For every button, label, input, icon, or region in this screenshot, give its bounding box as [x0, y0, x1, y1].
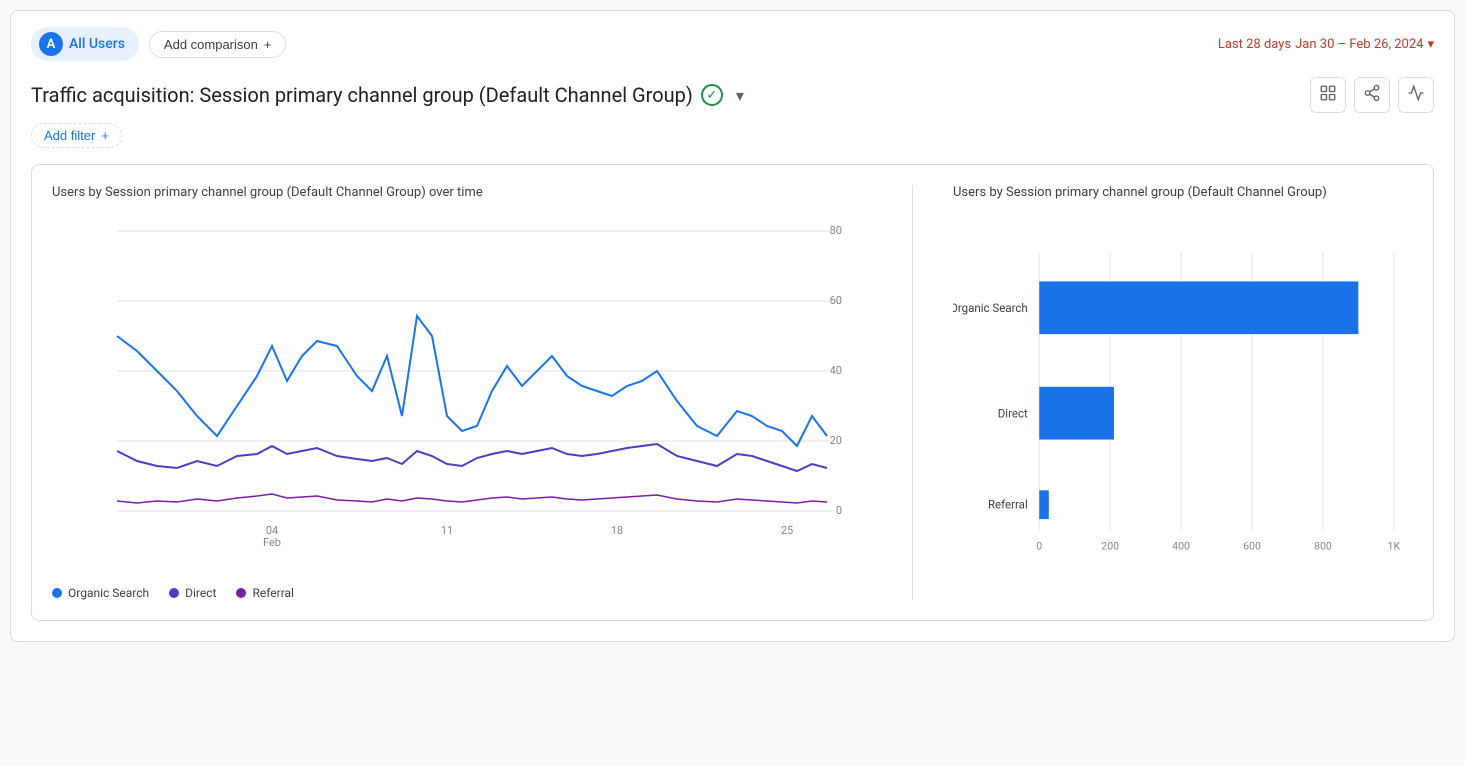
- svg-text:400: 400: [1172, 540, 1190, 553]
- referral-line: [117, 494, 827, 503]
- share-button[interactable]: [1354, 77, 1390, 113]
- bar-chart-wrapper: Organic Search Direct Referral 0 200 400…: [953, 216, 1413, 596]
- add-filter-plus-icon: +: [101, 128, 109, 143]
- svg-text:600: 600: [1243, 540, 1261, 553]
- page-title: Traffic acquisition: Session primary cha…: [31, 83, 693, 107]
- charts-container: Users by Session primary channel group (…: [31, 164, 1434, 621]
- avatar: A: [39, 32, 63, 56]
- line-chart-wrapper: 80 60 40 20 0: [52, 216, 872, 576]
- legend-dot-direct: [169, 588, 179, 598]
- legend-referral: Referral: [236, 586, 294, 600]
- date-range-value: Jan 30 – Feb 26, 2024: [1295, 37, 1423, 52]
- title-dropdown-arrow[interactable]: ▾: [731, 86, 749, 104]
- direct-label: Direct: [998, 407, 1028, 421]
- organic-search-line: [117, 316, 827, 446]
- line-chart-title: Users by Session primary channel group (…: [52, 185, 872, 200]
- date-dropdown-arrow: ▾: [1427, 37, 1434, 52]
- date-range-label: Last 28 days: [1218, 37, 1291, 52]
- svg-text:Feb: Feb: [263, 536, 281, 549]
- svg-text:0: 0: [836, 504, 842, 517]
- title-actions: [1310, 77, 1434, 113]
- all-users-badge[interactable]: A All Users: [31, 27, 139, 61]
- organic-search-label: Organic Search: [953, 301, 1028, 315]
- main-container: A All Users Add comparison + Last 28 day…: [10, 10, 1455, 642]
- legend-organic-search: Organic Search: [52, 586, 149, 600]
- chart-customize-button[interactable]: [1310, 77, 1346, 113]
- chart-icon: [1319, 84, 1337, 107]
- add-filter-button[interactable]: Add filter +: [31, 123, 122, 148]
- svg-text:25: 25: [781, 524, 793, 537]
- legend-label-referral: Referral: [252, 586, 294, 600]
- plus-icon: +: [264, 37, 272, 52]
- top-bar: A All Users Add comparison + Last 28 day…: [31, 27, 1434, 61]
- explore-icon: [1407, 84, 1425, 107]
- bar-chart-section: Users by Session primary channel group (…: [913, 185, 1413, 600]
- svg-text:18: 18: [611, 524, 623, 537]
- date-range[interactable]: Last 28 days Jan 30 – Feb 26, 2024 ▾: [1218, 37, 1434, 52]
- organic-search-bar: [1039, 281, 1358, 334]
- direct-line: [117, 444, 827, 471]
- all-users-label: All Users: [69, 36, 125, 52]
- svg-text:800: 800: [1314, 540, 1332, 553]
- legend-direct: Direct: [169, 586, 216, 600]
- title-row: Traffic acquisition: Session primary cha…: [31, 77, 1434, 113]
- bar-chart-title: Users by Session primary channel group (…: [953, 185, 1413, 200]
- bar-chart-svg: Organic Search Direct Referral 0 200 400…: [953, 216, 1413, 596]
- share-icon: [1363, 84, 1381, 107]
- svg-text:0: 0: [1036, 540, 1042, 553]
- top-bar-left: A All Users Add comparison +: [31, 27, 286, 61]
- line-chart-section: Users by Session primary channel group (…: [52, 185, 913, 600]
- add-filter-label: Add filter: [44, 128, 95, 143]
- direct-bar: [1039, 387, 1114, 440]
- legend-dot-organic: [52, 588, 62, 598]
- explore-button[interactable]: [1398, 77, 1434, 113]
- add-comparison-button[interactable]: Add comparison +: [149, 31, 287, 58]
- line-chart-legend: Organic Search Direct Referral: [52, 586, 872, 600]
- referral-label: Referral: [988, 498, 1028, 512]
- add-comparison-label: Add comparison: [164, 37, 258, 52]
- svg-text:1K: 1K: [1388, 540, 1401, 553]
- referral-bar: [1039, 490, 1049, 519]
- legend-dot-referral: [236, 588, 246, 598]
- title-left: Traffic acquisition: Session primary cha…: [31, 83, 749, 107]
- legend-label-direct: Direct: [185, 586, 216, 600]
- svg-text:200: 200: [1101, 540, 1119, 553]
- legend-label-organic: Organic Search: [68, 586, 149, 600]
- line-chart-svg: 80 60 40 20 0: [52, 216, 872, 576]
- check-circle-icon: ✓: [701, 84, 723, 106]
- svg-text:11: 11: [441, 524, 453, 537]
